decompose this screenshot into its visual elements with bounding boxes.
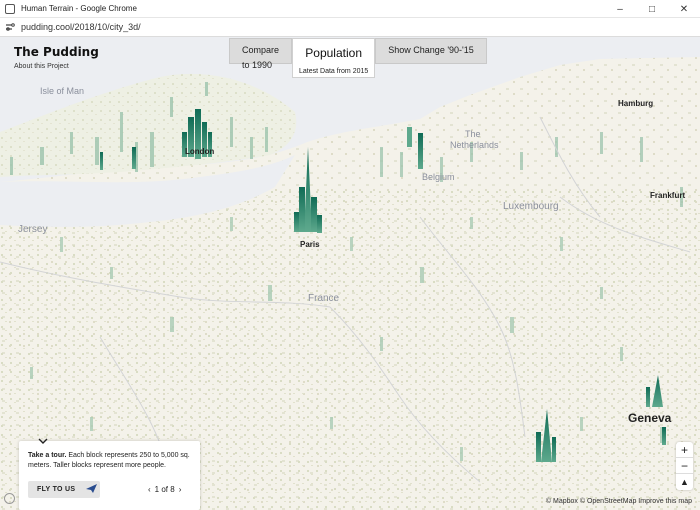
url-text[interactable]: pudding.cool/2018/10/city_3d/ (21, 22, 141, 32)
brand: The Pudding About this Project (14, 45, 99, 70)
place-label-hamburg: Hamburg (618, 99, 654, 108)
tab-show-change-label: Show Change '90-'15 (388, 45, 474, 55)
address-bar[interactable]: pudding.cool/2018/10/city_3d/ (0, 18, 700, 37)
map-canvas[interactable]: Isle of Man London The Netherlands Belgi… (0, 37, 700, 510)
terrain-map-graphic (0, 37, 700, 510)
the-pudding-logo[interactable]: The Pudding (14, 45, 99, 59)
tab-population[interactable]: Population Latest Data from 2015 (292, 38, 376, 78)
fly-to-us-button[interactable]: FLY TO US (28, 481, 100, 498)
tab-population-label: Population (305, 46, 362, 60)
zoom-in-button[interactable]: + (676, 442, 693, 458)
window-titlebar: Human Terrain - Google Chrome – □ ✕ (0, 0, 700, 18)
airplane-icon (85, 481, 98, 499)
zoom-controls: + − ▲ (676, 442, 693, 490)
compass-button[interactable]: ▲ (676, 474, 693, 490)
tour-heading: Take a tour. (28, 452, 67, 459)
previous-icon[interactable]: ‹ (148, 485, 151, 494)
window-controls: – □ ✕ (604, 0, 700, 18)
window-title: Human Terrain - Google Chrome (21, 4, 137, 13)
maximize-icon[interactable]: □ (636, 0, 668, 18)
tab-compare-sublabel: to 1990 (242, 60, 273, 70)
fly-to-us-label: FLY TO US (37, 486, 76, 493)
tab-population-subtitle: Latest Data from 2015 (299, 68, 369, 75)
about-link[interactable]: About this Project (14, 63, 99, 70)
close-icon[interactable]: ✕ (668, 0, 700, 18)
place-label-geneva: Geneva (628, 411, 672, 425)
tour-pager: ‹ 1 of 8 › (148, 485, 181, 494)
map-attribution[interactable]: © Mapbox © OpenStreetMap Improve this ma… (546, 498, 692, 505)
place-label-luxembourg: Luxembourg (503, 201, 559, 212)
place-label-belgium: Belgium (422, 172, 455, 182)
tour-panel: Take a tour. Each block represents 250 t… (19, 438, 200, 510)
chevron-down-icon[interactable] (35, 435, 51, 447)
place-label-jersey: Jersey (18, 224, 48, 235)
minimize-icon[interactable]: – (604, 0, 636, 18)
app-icon (5, 3, 15, 14)
tour-description: Take a tour. Each block represents 250 t… (28, 451, 196, 471)
place-label-frankfurt: Frankfurt (650, 191, 686, 200)
place-label-paris: Paris (300, 240, 320, 249)
tour-page-count: 1 of 8 (154, 485, 175, 494)
next-icon[interactable]: › (179, 485, 182, 494)
place-label-france: France (308, 293, 340, 304)
site-settings-icon[interactable] (5, 22, 15, 32)
place-label-london: London (185, 147, 215, 156)
place-label-the: The (465, 129, 481, 139)
place-label-isle-of-man: Isle of Man (40, 86, 85, 96)
mapbox-logo-icon[interactable] (4, 493, 15, 504)
tab-show-change[interactable]: Show Change '90-'15 (375, 38, 487, 64)
view-tabs: Compare Population Latest Data from 2015… (229, 38, 487, 78)
zoom-out-button[interactable]: − (676, 458, 693, 474)
place-label-netherlands: Netherlands (450, 140, 499, 150)
tab-compare-label: Compare (242, 45, 280, 55)
